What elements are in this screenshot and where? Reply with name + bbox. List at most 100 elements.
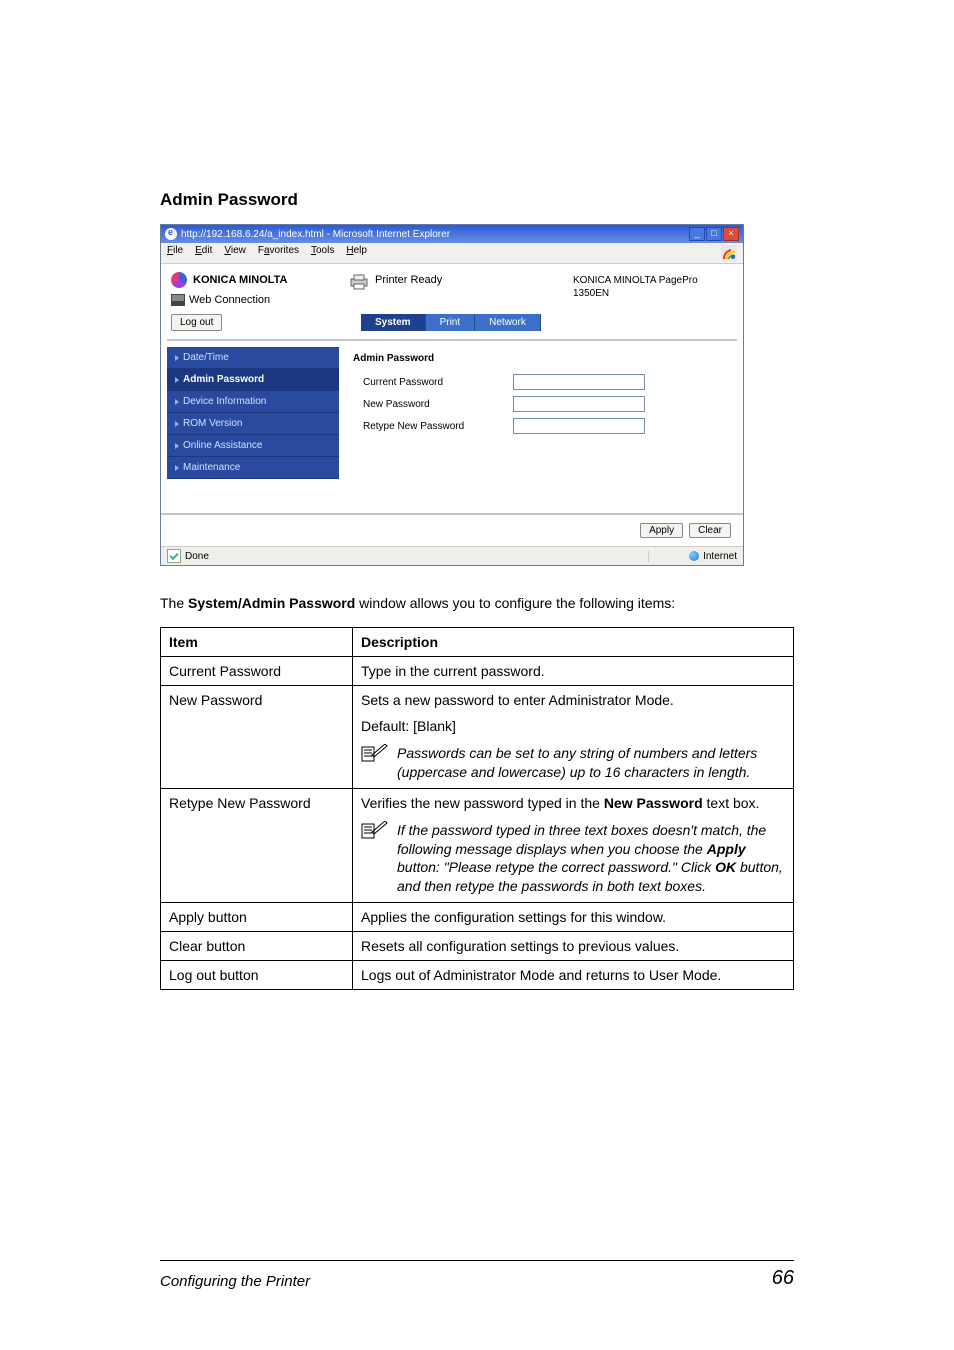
cell-desc: Applies the configuration settings for t… bbox=[353, 903, 794, 932]
menu-view[interactable]: View bbox=[224, 245, 246, 261]
internet-zone-icon bbox=[689, 551, 699, 561]
th-item: Item bbox=[161, 627, 353, 656]
cell-desc: Logs out of Administrator Mode and retur… bbox=[353, 961, 794, 990]
text-bold: OK bbox=[715, 859, 736, 875]
cell-item: Apply button bbox=[161, 903, 353, 932]
cell-item: New Password bbox=[161, 685, 353, 788]
browser-statusbar: Done Internet bbox=[161, 546, 743, 565]
table-row: Log out button Logs out of Administrator… bbox=[161, 961, 794, 990]
sidebar-label: Admin Password bbox=[183, 374, 264, 385]
done-icon bbox=[167, 549, 181, 563]
panel-title: Admin Password bbox=[353, 353, 729, 364]
input-retype-password[interactable] bbox=[513, 418, 645, 434]
printer-status: Printer Ready bbox=[375, 274, 442, 286]
printer-model: KONICA MINOLTA PagePro 1350EN bbox=[573, 272, 733, 306]
description-table: Item Description Current Password Type i… bbox=[160, 627, 794, 990]
sidebar-item-date[interactable]: Date/Time bbox=[167, 347, 339, 369]
desc-line: Sets a new password to enter Administrat… bbox=[361, 692, 785, 708]
text: text box. bbox=[703, 795, 760, 811]
tab-network[interactable]: Network bbox=[475, 314, 541, 331]
table-row: Retype New Password Verifies the new pas… bbox=[161, 788, 794, 903]
table-row: Clear button Resets all configuration se… bbox=[161, 932, 794, 961]
note-icon bbox=[361, 744, 389, 762]
text-bold: Apply bbox=[707, 841, 746, 857]
status-zone: Internet bbox=[703, 551, 737, 562]
main-panel: Admin Password Current Password New Pass… bbox=[345, 347, 737, 507]
text-bold: New Password bbox=[604, 795, 703, 811]
sidebar: Date/Time Admin Password Device Informat… bbox=[167, 347, 339, 507]
sidebar-item-maint[interactable]: Maintenance bbox=[167, 457, 339, 479]
printer-icon bbox=[349, 274, 369, 290]
menu-bar: File Edit View Favorites Tools Help bbox=[161, 243, 743, 264]
pagescope-text: Web Connection bbox=[189, 294, 270, 306]
brand-block: KONICA MINOLTA Web Connection bbox=[171, 272, 349, 306]
browser-window: http://192.168.6.24/a_index.html - Micro… bbox=[160, 224, 744, 566]
chevron-right-icon bbox=[175, 421, 179, 427]
sidebar-item-admin[interactable]: Admin Password bbox=[167, 369, 339, 391]
cell-item: Retype New Password bbox=[161, 788, 353, 903]
tab-bar: System Print Network bbox=[361, 314, 541, 331]
intro-paragraph: The System/Admin Password window allows … bbox=[160, 594, 794, 613]
menu-help[interactable]: Help bbox=[346, 245, 367, 261]
page-footer: Configuring the Printer 66 bbox=[160, 1260, 794, 1290]
sidebar-item-rom[interactable]: ROM Version bbox=[167, 413, 339, 435]
note-icon bbox=[361, 821, 389, 839]
chevron-right-icon bbox=[175, 355, 179, 361]
note-text: If the password typed in three text boxe… bbox=[397, 821, 785, 897]
menu-edit[interactable]: Edit bbox=[195, 245, 212, 261]
tab-system[interactable]: System bbox=[361, 314, 426, 331]
apply-button[interactable]: Apply bbox=[640, 523, 683, 538]
close-button[interactable]: × bbox=[723, 227, 739, 241]
cell-desc: Resets all configuration settings to pre… bbox=[353, 932, 794, 961]
tab-print[interactable]: Print bbox=[426, 314, 476, 331]
window-title: http://192.168.6.24/a_index.html - Micro… bbox=[181, 229, 689, 240]
desc-line: Default: [Blank] bbox=[361, 718, 785, 734]
minimize-button[interactable]: _ bbox=[689, 227, 705, 241]
clear-button[interactable]: Clear bbox=[689, 523, 731, 538]
ie-globe-icon bbox=[165, 228, 177, 240]
text: Verifies the new password typed in the bbox=[361, 795, 604, 811]
chevron-right-icon bbox=[175, 399, 179, 405]
menu-tools[interactable]: Tools bbox=[311, 245, 334, 261]
sidebar-label: Maintenance bbox=[183, 462, 240, 473]
label-current-password: Current Password bbox=[353, 377, 503, 388]
label-retype-password: Retype New Password bbox=[353, 421, 503, 432]
footer-title: Configuring the Printer bbox=[160, 1273, 310, 1290]
brand-name: KONICA MINOLTA bbox=[193, 274, 288, 286]
km-logo-icon bbox=[171, 272, 187, 288]
sidebar-label: Date/Time bbox=[183, 352, 229, 363]
pagescope-icon bbox=[171, 294, 185, 306]
sidebar-item-device[interactable]: Device Information bbox=[167, 391, 339, 413]
cell-desc: Type in the current password. bbox=[353, 656, 794, 685]
label-new-password: New Password bbox=[353, 399, 503, 410]
cell-desc: Sets a new password to enter Administrat… bbox=[353, 685, 794, 788]
section-title: Admin Password bbox=[160, 190, 794, 210]
cell-item: Log out button bbox=[161, 961, 353, 990]
desc-line: Verifies the new password typed in the N… bbox=[361, 795, 785, 811]
th-desc: Description bbox=[353, 627, 794, 656]
menu-favorites[interactable]: Favorites bbox=[258, 245, 299, 261]
input-new-password[interactable] bbox=[513, 396, 645, 412]
para-bold: System/Admin Password bbox=[188, 595, 355, 611]
sidebar-label: Device Information bbox=[183, 396, 266, 407]
chevron-right-icon bbox=[175, 465, 179, 471]
chevron-right-icon bbox=[175, 377, 179, 383]
page-number: 66 bbox=[772, 1267, 794, 1290]
input-current-password[interactable] bbox=[513, 374, 645, 390]
sidebar-label: ROM Version bbox=[183, 418, 242, 429]
sidebar-item-online[interactable]: Online Assistance bbox=[167, 435, 339, 457]
chevron-right-icon bbox=[175, 443, 179, 449]
logout-button[interactable]: Log out bbox=[171, 314, 222, 331]
cell-item: Current Password bbox=[161, 656, 353, 685]
window-titlebar: http://192.168.6.24/a_index.html - Micro… bbox=[161, 225, 743, 243]
sidebar-label: Online Assistance bbox=[183, 440, 263, 451]
maximize-button[interactable]: □ bbox=[706, 227, 722, 241]
table-row: Current Password Type in the current pas… bbox=[161, 656, 794, 685]
note-text: Passwords can be set to any string of nu… bbox=[397, 744, 785, 782]
status-done: Done bbox=[185, 551, 209, 562]
model-line2: 1350EN bbox=[573, 287, 733, 300]
table-row: Apply button Applies the configuration s… bbox=[161, 903, 794, 932]
para-pre: The bbox=[160, 595, 188, 611]
ie-logo-icon bbox=[721, 245, 737, 261]
menu-file[interactable]: File bbox=[167, 245, 183, 261]
